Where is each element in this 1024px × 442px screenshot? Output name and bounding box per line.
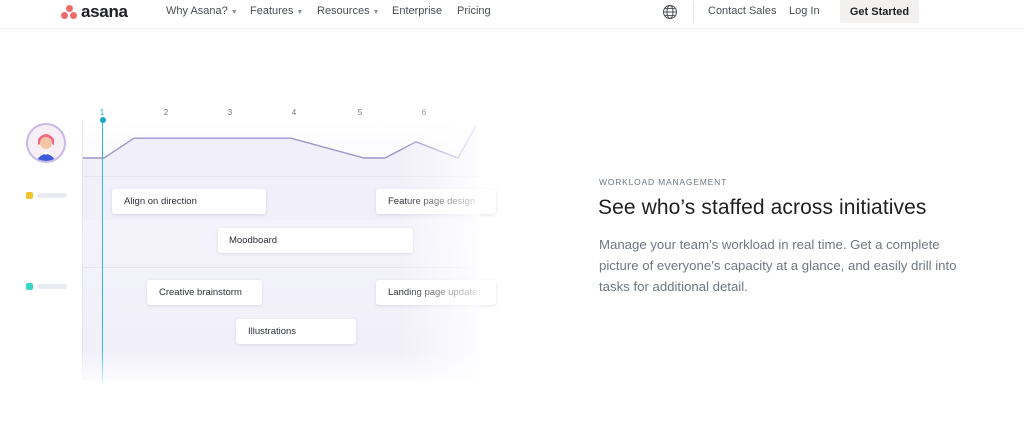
row-color-swatch (26, 283, 33, 290)
asana-logo-icon (61, 5, 77, 19)
row-divider (83, 267, 480, 268)
nav-features-label: Features (250, 5, 294, 17)
chevron-down-icon: ▼ (230, 8, 238, 16)
workload-illustration: 1 2 3 4 5 6 Align on direction Feature p… (0, 100, 496, 390)
contact-sales-link[interactable]: Contact Sales (708, 5, 776, 17)
task-card[interactable]: Illustrations (236, 319, 356, 344)
row-label-placeholder (37, 284, 67, 289)
chevron-down-icon: ▼ (372, 8, 380, 16)
task-card[interactable]: Landing page update (376, 280, 496, 305)
nav-divider (693, 2, 694, 22)
nav-resources[interactable]: Resources ▼ (317, 5, 380, 17)
top-nav: asana Why Asana? ▼ Features ▼ Resources … (0, 0, 1024, 29)
row-color-swatch (26, 192, 33, 199)
nav-pricing-label: Pricing (457, 5, 491, 17)
nav-enterprise[interactable]: Enterprise (392, 5, 442, 17)
task-card[interactable]: Creative brainstorm (147, 280, 262, 305)
nav-why-asana-label: Why Asana? (166, 5, 228, 17)
row-label-placeholder (37, 193, 67, 198)
nav-resources-label: Resources (317, 5, 370, 17)
task-card[interactable]: Feature page design (376, 189, 496, 214)
log-in-label: Log In (789, 5, 820, 17)
current-date-line (102, 120, 103, 382)
nav-enterprise-label: Enterprise (392, 5, 443, 17)
nav-pricing[interactable]: Pricing (457, 5, 491, 17)
globe-icon[interactable] (662, 4, 678, 20)
section-eyebrow: WORKLOAD MANAGEMENT (599, 177, 728, 187)
section-headline: See who’s staffed across initiatives (598, 196, 927, 219)
row-divider (83, 176, 480, 177)
asana-logo[interactable]: asana (61, 3, 128, 21)
contact-sales-label: Contact Sales (708, 5, 777, 17)
current-date-marker (99, 117, 106, 123)
nav-features[interactable]: Features ▼ (250, 5, 303, 17)
task-card[interactable]: Align on direction (112, 189, 266, 214)
person-illustration-icon (28, 125, 64, 161)
log-in-link[interactable]: Log In (789, 5, 820, 17)
task-card[interactable]: Moodboard (218, 228, 413, 253)
chevron-down-icon: ▼ (296, 8, 304, 16)
nav-why-asana[interactable]: Why Asana? ▼ (166, 5, 238, 17)
section-body: Manage your team’s workload in real time… (599, 237, 957, 294)
logo-wordmark: asana (81, 2, 128, 21)
get-started-button[interactable]: Get Started (840, 0, 919, 23)
team-member-avatar[interactable] (26, 123, 66, 163)
